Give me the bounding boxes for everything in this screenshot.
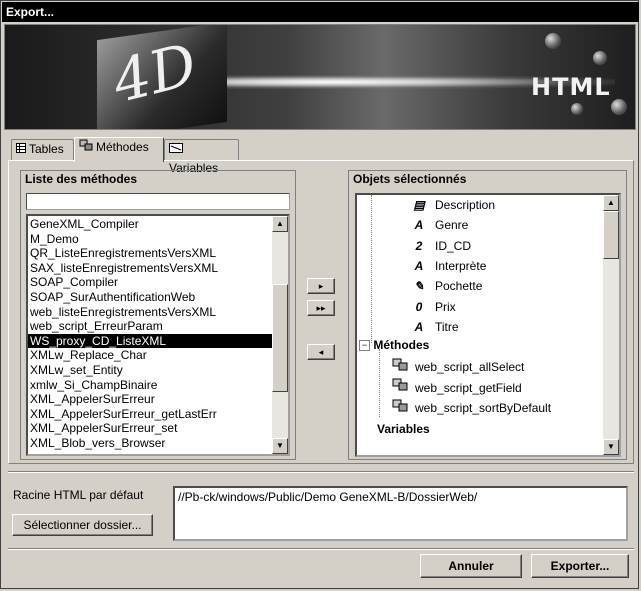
method-icon [391,378,409,398]
separator [8,471,634,473]
cancel-button[interactable]: Annuler [420,554,522,578]
scroll-up-button[interactable]: ▲ [603,195,619,211]
html-product-label: HTML [531,73,611,101]
molecule-icon [545,33,561,49]
scroll-thumb[interactable] [272,284,288,392]
add-all-button[interactable]: ▸▸ [307,300,335,316]
scroll-down-button[interactable]: ▼ [603,439,619,455]
method-icon [391,399,409,419]
method-list-item[interactable]: SOAP_Compiler [28,275,288,290]
methods-list-group: Liste des méthodes GeneXML_Compiler M_Dem… [20,170,296,460]
selected-method-item[interactable]: web_script_allSelect [391,357,524,377]
field-label: ID_CD [435,238,472,253]
tab-tables[interactable]: Tables [11,139,74,160]
tree-scrollbar[interactable]: ▲ ▼ [603,195,619,455]
tab-methodes[interactable]: Méthodes [74,137,164,162]
selected-objects-group: Objets sélectionnés ▤ Description A Genre 2 I… [348,170,627,460]
method-list-item[interactable]: GeneXML_Compiler [28,217,288,232]
methods-node-label: Méthodes [373,338,430,352]
methods-rows: GeneXML_Compiler M_Demo QR_ListeEnregistre… [28,216,288,451]
method-list-item[interactable]: XML_AppelerSurErreur_getLastErr [28,407,288,422]
table-icon [16,140,26,159]
tab-panel: Liste des méthodes GeneXML_Compiler M_Dem… [8,160,634,464]
field-label: Description [435,198,496,212]
real-field-icon: 0 [415,299,423,314]
alpha-field-icon: A [414,218,424,233]
field-item[interactable]: ✎ Pochette [411,276,482,296]
method-list-item[interactable]: xmlw_Si_ChampBinaire [28,378,288,393]
field-item[interactable]: 2 ID_CD [411,236,471,256]
selected-method-item[interactable]: web_script_sortByDefault [391,398,551,418]
select-folder-button[interactable]: Sélectionner dossier... [12,514,153,536]
selected-objects-tree[interactable]: ▤ Description A Genre 2 ID_CD A Interprète ✎ Poch… [355,193,621,457]
alpha-field-icon: A [414,319,424,334]
html-root-label: Racine HTML par défaut [13,488,144,502]
method-list-item[interactable]: XMLw_set_Entity [28,363,288,378]
field-label: Titre [435,319,459,334]
variables-node[interactable]: Variables [377,419,430,439]
export-button[interactable]: Exporter... [531,554,629,578]
field-label: Prix [435,299,456,314]
selected-method-label: web_script_allSelect [415,360,525,374]
methods-node[interactable]: − Méthodes [359,335,429,355]
field-item[interactable]: ▤ Description [411,195,495,215]
field-item[interactable]: A Genre [411,215,469,235]
molecule-icon [571,103,583,115]
tab-label: Tables [29,142,64,156]
method-list-item[interactable]: web_script_ErreurParam [28,319,288,334]
methods-scrollbar[interactable]: ▲ ▼ [272,216,288,454]
method-list-item[interactable]: SAX_listeEnregistrementsVersXML [28,261,288,276]
alpha-field-icon: A [414,258,424,273]
selected-method-item[interactable]: web_script_getField [391,378,522,398]
variables-node-label: Variables [377,422,430,436]
method-filter-input[interactable] [26,193,290,210]
picture-field-icon: ✎ [413,279,425,294]
scroll-up-button[interactable]: ▲ [272,216,288,232]
collapse-toggle-icon[interactable]: − [359,340,370,352]
field-item[interactable]: A Titre [411,317,459,337]
method-list-item[interactable]: XML_AppelerSurErreur [28,392,288,407]
methods-listbox[interactable]: GeneXML_Compiler M_Demo QR_ListeEnregistre… [26,214,290,456]
separator [8,548,634,550]
selected-method-label: web_script_sortByDefault [415,401,552,415]
method-list-item[interactable]: XML_AppelerSurErreur_set [28,421,288,436]
window-title: Export... [2,2,639,22]
method-list-item[interactable]: web_listeEnregistrementsVersXML [28,305,288,320]
integer-field-icon: 2 [415,238,423,253]
remove-button[interactable]: ◂ [307,344,335,360]
method-list-item[interactable]: XMLw_Replace_Char [28,348,288,363]
selected-method-label: web_script_getField [415,380,522,395]
tab-label: Méthodes [96,140,149,154]
banner-image: 4D HTML [4,24,636,130]
text-field-icon: ▤ [413,198,425,212]
methods-icon [79,138,93,157]
molecule-icon [611,99,627,115]
tab-variables[interactable]: Variables [164,139,239,175]
methods-list-title: Liste des méthodes [25,172,138,186]
method-list-item[interactable]: M_Demo [28,232,288,247]
html-root-path-field[interactable]: //Pb-ck/windows/Public/Demo GeneXML-B/Do… [173,486,628,541]
field-label: Genre [435,218,469,233]
method-list-item[interactable]: XML_Blob_vers_Browser [28,436,288,451]
method-list-item[interactable]: SOAP_SurAuthentificationWeb [28,290,288,305]
selected-objects-title: Objets sélectionnés [353,172,467,186]
field-label: Pochette [435,279,483,294]
method-icon [391,358,409,378]
field-label: Interprète [435,258,487,273]
molecule-icon [593,51,607,65]
export-dialog: Export... 4D HTML Tables Méthodes Variab… [0,0,639,589]
variables-icon [169,140,183,159]
scroll-thumb[interactable] [603,211,619,259]
add-button[interactable]: ▸ [307,278,335,294]
method-list-item[interactable]: QR_ListeEnregistrementsVersXML [28,246,288,261]
field-item[interactable]: A Interprète [411,256,487,276]
field-item[interactable]: 0 Prix [411,297,456,317]
scroll-down-button[interactable]: ▼ [272,438,288,454]
method-list-item[interactable]: WS_proxy_CD_ListeXML [28,333,288,349]
